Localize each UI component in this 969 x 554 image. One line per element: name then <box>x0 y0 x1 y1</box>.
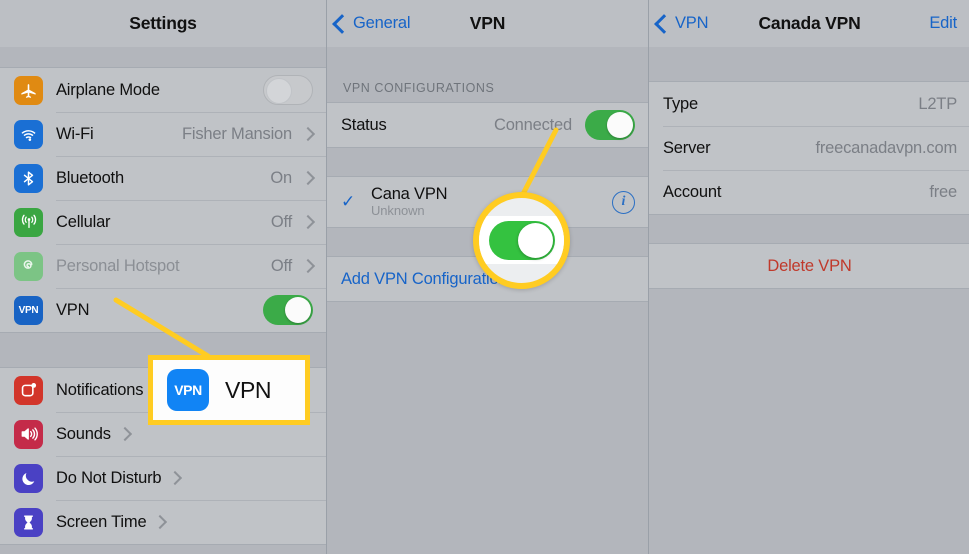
vpn-icon: VPN <box>14 295 43 325</box>
vpn-status-group: Status Connected <box>327 102 648 148</box>
settings-row-label: Notifications <box>56 380 144 399</box>
settings-row-value: Off <box>270 256 292 275</box>
settings-row-label: Screen Time <box>56 512 147 531</box>
checkmark-icon: ✓ <box>341 192 356 211</box>
settings-row-label: Do Not Disturb <box>56 468 162 487</box>
settings-row-label: Airplane Mode <box>56 80 160 99</box>
ios-settings-screenshot: Settings Airplane Mode Wi-Fi Fisher Mans… <box>0 0 969 554</box>
vpn-list: VPN CONFIGURATIONS Status Connected ✓ Ca… <box>327 47 648 554</box>
page-title: Settings <box>129 13 197 33</box>
detail-row-type[interactable]: Type L2TP <box>649 82 969 126</box>
vpn-status-value: Connected <box>493 115 572 134</box>
settings-navbar: Settings <box>0 0 326 48</box>
settings-row-bluetooth[interactable]: Bluetooth On <box>0 156 326 200</box>
personal-hotspot-icon <box>14 251 43 281</box>
settings-row-vpn[interactable]: VPN VPN <box>0 288 326 332</box>
settings-row-label: Sounds <box>56 424 111 443</box>
settings-row-do-not-disturb[interactable]: Do Not Disturb <box>0 456 326 500</box>
vpn-status-toggle[interactable] <box>585 110 635 140</box>
canada-vpn-navbar: VPN Canada VPN Edit <box>649 0 969 48</box>
settings-row-screen-time[interactable]: Screen Time <box>0 500 326 544</box>
vpn-toggle[interactable] <box>263 295 313 325</box>
wifi-icon <box>14 119 43 149</box>
settings-row-label: Bluetooth <box>56 168 124 187</box>
detail-label: Type <box>663 94 698 113</box>
vpn-details-group: Type L2TP Server freecanadavpn.com Accou… <box>649 81 969 215</box>
vpn-navbar: General VPN <box>327 0 648 48</box>
canada-vpn-panel: VPN Canada VPN Edit Type L2TP Server fre… <box>648 0 969 554</box>
settings-row-label: VPN <box>56 300 90 319</box>
toggle-knob <box>607 112 633 138</box>
chevron-right-icon <box>300 126 316 142</box>
delete-vpn-group: Delete VPN <box>649 243 969 289</box>
settings-row-wifi[interactable]: Wi-Fi Fisher Mansion <box>0 112 326 156</box>
toggle-knob <box>266 78 292 104</box>
back-button-label: VPN <box>675 14 709 32</box>
settings-row-label: Cellular <box>56 212 111 231</box>
airplane-mode-toggle[interactable] <box>263 75 313 105</box>
vpn-config-text: Cana VPN Unknown <box>371 185 448 219</box>
detail-value: L2TP <box>918 94 957 113</box>
screen-time-icon <box>14 507 43 537</box>
vpn-config-name: Cana VPN <box>371 185 448 203</box>
do-not-disturb-icon <box>14 463 43 493</box>
back-button-label: General <box>353 14 411 32</box>
settings-row-value: On <box>270 168 292 187</box>
vpn-icon-label: VPN <box>18 304 39 316</box>
vpn-status-row[interactable]: Status Connected <box>327 103 648 147</box>
settings-row-airplane-mode[interactable]: Airplane Mode <box>0 68 326 112</box>
settings-group-general: Notifications Sounds Do Not Disturb Scre… <box>0 367 326 545</box>
chevron-right-icon <box>300 214 316 230</box>
chevron-right-icon <box>300 258 316 274</box>
vpn-panel: General VPN VPN CONFIGURATIONS Status Co… <box>326 0 648 554</box>
chevron-right-icon <box>168 470 183 486</box>
back-to-vpn-button[interactable]: VPN <box>654 13 709 34</box>
vpn-config-row-cana-vpn[interactable]: ✓ Cana VPN Unknown i <box>327 177 648 227</box>
settings-panel: Settings Airplane Mode Wi-Fi Fisher Mans… <box>0 0 326 554</box>
settings-row-cellular[interactable]: Cellular Off <box>0 200 326 244</box>
notifications-icon <box>14 375 43 405</box>
detail-row-server[interactable]: Server freecanadavpn.com <box>649 126 969 170</box>
settings-row-value: Off <box>270 212 292 231</box>
settings-row-sounds[interactable]: Sounds <box>0 412 326 456</box>
settings-row-notifications[interactable]: Notifications <box>0 368 326 412</box>
canada-vpn-detail-list: Type L2TP Server freecanadavpn.com Accou… <box>649 47 969 554</box>
chevron-right-icon <box>117 426 132 442</box>
detail-value: free <box>929 182 957 201</box>
sounds-icon <box>14 419 43 449</box>
vpn-status-label: Status <box>341 115 387 134</box>
chevron-right-icon <box>153 514 168 530</box>
add-vpn-configuration-button[interactable]: Add VPN Configuration... <box>327 257 648 301</box>
settings-list: Airplane Mode Wi-Fi Fisher Mansion Bluet… <box>0 47 326 554</box>
vpn-configuration-group: ✓ Cana VPN Unknown i <box>327 176 648 228</box>
settings-row-label: Personal Hotspot <box>56 256 180 275</box>
info-icon[interactable]: i <box>612 190 635 214</box>
delete-vpn-button[interactable]: Delete VPN <box>649 244 969 288</box>
edit-button[interactable]: Edit <box>929 14 957 33</box>
cellular-icon <box>14 207 43 237</box>
chevron-left-icon <box>654 13 674 34</box>
add-vpn-group: Add VPN Configuration... <box>327 256 648 302</box>
detail-value: freecanadavpn.com <box>815 138 957 157</box>
section-header-vpn-configurations: VPN CONFIGURATIONS <box>343 81 495 95</box>
settings-row-value: Fisher Mansion <box>182 124 292 143</box>
chevron-right-icon <box>150 382 165 398</box>
bluetooth-icon <box>14 163 43 193</box>
chevron-left-icon <box>332 13 352 34</box>
settings-group-connectivity: Airplane Mode Wi-Fi Fisher Mansion Bluet… <box>0 67 326 333</box>
detail-label: Account <box>663 182 722 201</box>
back-to-general-button[interactable]: General <box>332 13 411 34</box>
detail-row-account[interactable]: Account free <box>649 170 969 214</box>
settings-row-personal-hotspot[interactable]: Personal Hotspot Off <box>0 244 326 288</box>
toggle-knob <box>285 297 311 323</box>
vpn-config-subtitle: Unknown <box>371 203 425 218</box>
airplane-icon <box>14 75 43 105</box>
settings-row-label: Wi-Fi <box>56 124 94 143</box>
chevron-right-icon <box>300 170 316 186</box>
detail-label: Server <box>663 138 711 157</box>
